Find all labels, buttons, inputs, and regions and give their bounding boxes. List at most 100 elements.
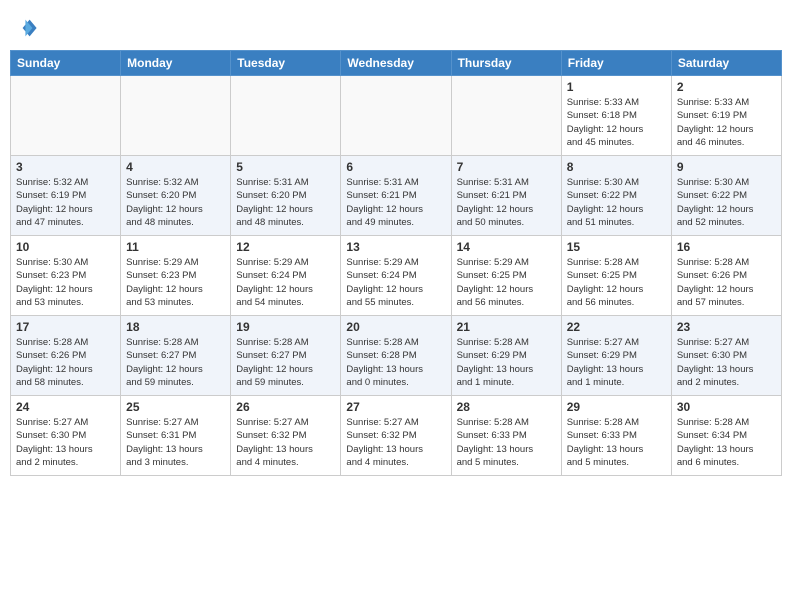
day-number: 27 [346,400,445,414]
calendar-cell: 29 Sunrise: 5:28 AMSunset: 6:33 PMDayligh… [561,396,671,476]
day-number: 25 [126,400,225,414]
calendar-cell: 7 Sunrise: 5:31 AMSunset: 6:21 PMDaylight… [451,156,561,236]
day-number: 20 [346,320,445,334]
calendar-cell: 24 Sunrise: 5:27 AMSunset: 6:30 PMDayligh… [11,396,121,476]
day-info: Sunrise: 5:30 AMSunset: 6:23 PMDaylight:… [16,256,115,309]
title-block [42,10,782,12]
calendar-cell: 4 Sunrise: 5:32 AMSunset: 6:20 PMDaylight… [121,156,231,236]
day-info: Sunrise: 5:30 AMSunset: 6:22 PMDaylight:… [567,176,666,229]
day-info: Sunrise: 5:33 AMSunset: 6:18 PMDaylight:… [567,96,666,149]
day-info: Sunrise: 5:28 AMSunset: 6:27 PMDaylight:… [126,336,225,389]
day-info: Sunrise: 5:27 AMSunset: 6:30 PMDaylight:… [677,336,776,389]
calendar-cell: 3 Sunrise: 5:32 AMSunset: 6:19 PMDaylight… [11,156,121,236]
day-number: 21 [457,320,556,334]
calendar-cell: 30Sunrise: 5:28 AMSunset: 6:34 PMDayligh… [671,396,781,476]
calendar-cell: 18 Sunrise: 5:28 AMSunset: 6:27 PMDayligh… [121,316,231,396]
calendar-cell: 20 Sunrise: 5:28 AMSunset: 6:28 PMDayligh… [341,316,451,396]
calendar-week-2: 3 Sunrise: 5:32 AMSunset: 6:19 PMDaylight… [11,156,782,236]
day-number: 16 [677,240,776,254]
day-info: Sunrise: 5:27 AMSunset: 6:31 PMDaylight:… [126,416,225,469]
day-info: Sunrise: 5:28 AMSunset: 6:34 PMDaylight:… [677,416,776,469]
calendar-cell: 9 Sunrise: 5:30 AMSunset: 6:22 PMDaylight… [671,156,781,236]
day-info: Sunrise: 5:29 AMSunset: 6:25 PMDaylight:… [457,256,556,309]
calendar-cell: 26 Sunrise: 5:27 AMSunset: 6:32 PMDayligh… [231,396,341,476]
calendar-cell: 27 Sunrise: 5:27 AMSunset: 6:32 PMDayligh… [341,396,451,476]
calendar-cell: 22Sunrise: 5:27 AMSunset: 6:29 PMDayligh… [561,316,671,396]
day-info: Sunrise: 5:32 AMSunset: 6:19 PMDaylight:… [16,176,115,229]
day-info: Sunrise: 5:31 AMSunset: 6:21 PMDaylight:… [457,176,556,229]
calendar-cell: 11 Sunrise: 5:29 AMSunset: 6:23 PMDayligh… [121,236,231,316]
calendar-table: SundayMondayTuesdayWednesdayThursdayFrid… [10,50,782,476]
calendar-week-4: 17Sunrise: 5:28 AMSunset: 6:26 PMDayligh… [11,316,782,396]
calendar-week-5: 24 Sunrise: 5:27 AMSunset: 6:30 PMDayligh… [11,396,782,476]
day-number: 17 [16,320,115,334]
calendar-cell [11,76,121,156]
day-info: Sunrise: 5:28 AMSunset: 6:33 PMDaylight:… [567,416,666,469]
day-number: 24 [16,400,115,414]
day-info: Sunrise: 5:30 AMSunset: 6:22 PMDaylight:… [677,176,776,229]
weekday-header-thursday: Thursday [451,51,561,76]
calendar-cell: 2 Sunrise: 5:33 AMSunset: 6:19 PMDaylight… [671,76,781,156]
calendar-cell: 10 Sunrise: 5:30 AMSunset: 6:23 PMDayligh… [11,236,121,316]
day-number: 7 [457,160,556,174]
calendar-cell: 17Sunrise: 5:28 AMSunset: 6:26 PMDayligh… [11,316,121,396]
day-info: Sunrise: 5:29 AMSunset: 6:24 PMDaylight:… [346,256,445,309]
day-number: 3 [16,160,115,174]
day-number: 18 [126,320,225,334]
calendar-header-row: SundayMondayTuesdayWednesdayThursdayFrid… [11,51,782,76]
day-number: 1 [567,80,666,94]
logo [10,14,42,42]
weekday-header-monday: Monday [121,51,231,76]
calendar-cell: 23 Sunrise: 5:27 AMSunset: 6:30 PMDayligh… [671,316,781,396]
calendar-cell [231,76,341,156]
weekday-header-saturday: Saturday [671,51,781,76]
day-number: 11 [126,240,225,254]
day-info: Sunrise: 5:27 AMSunset: 6:32 PMDaylight:… [236,416,335,469]
day-number: 4 [126,160,225,174]
calendar-week-1: 1 Sunrise: 5:33 AMSunset: 6:18 PMDaylight… [11,76,782,156]
day-number: 23 [677,320,776,334]
day-number: 10 [16,240,115,254]
calendar-cell: 13 Sunrise: 5:29 AMSunset: 6:24 PMDayligh… [341,236,451,316]
calendar-cell: 8Sunrise: 5:30 AMSunset: 6:22 PMDaylight… [561,156,671,236]
logo-icon [10,14,38,42]
day-number: 6 [346,160,445,174]
day-info: Sunrise: 5:29 AMSunset: 6:24 PMDaylight:… [236,256,335,309]
day-number: 13 [346,240,445,254]
day-number: 28 [457,400,556,414]
calendar-cell: 6 Sunrise: 5:31 AMSunset: 6:21 PMDaylight… [341,156,451,236]
day-number: 19 [236,320,335,334]
day-info: Sunrise: 5:27 AMSunset: 6:29 PMDaylight:… [567,336,666,389]
calendar-cell: 21Sunrise: 5:28 AMSunset: 6:29 PMDayligh… [451,316,561,396]
calendar-week-3: 10 Sunrise: 5:30 AMSunset: 6:23 PMDayligh… [11,236,782,316]
day-info: Sunrise: 5:28 AMSunset: 6:25 PMDaylight:… [567,256,666,309]
day-info: Sunrise: 5:28 AMSunset: 6:33 PMDaylight:… [457,416,556,469]
day-number: 12 [236,240,335,254]
calendar-cell [451,76,561,156]
calendar-cell [121,76,231,156]
day-info: Sunrise: 5:28 AMSunset: 6:26 PMDaylight:… [677,256,776,309]
day-info: Sunrise: 5:27 AMSunset: 6:32 PMDaylight:… [346,416,445,469]
calendar-cell: 19Sunrise: 5:28 AMSunset: 6:27 PMDayligh… [231,316,341,396]
day-number: 2 [677,80,776,94]
day-info: Sunrise: 5:31 AMSunset: 6:21 PMDaylight:… [346,176,445,229]
day-number: 5 [236,160,335,174]
day-info: Sunrise: 5:28 AMSunset: 6:28 PMDaylight:… [346,336,445,389]
day-info: Sunrise: 5:33 AMSunset: 6:19 PMDaylight:… [677,96,776,149]
day-info: Sunrise: 5:29 AMSunset: 6:23 PMDaylight:… [126,256,225,309]
day-info: Sunrise: 5:31 AMSunset: 6:20 PMDaylight:… [236,176,335,229]
calendar-cell [341,76,451,156]
day-number: 29 [567,400,666,414]
page-header [10,10,782,42]
weekday-header-sunday: Sunday [11,51,121,76]
day-number: 9 [677,160,776,174]
calendar-cell: 25 Sunrise: 5:27 AMSunset: 6:31 PMDayligh… [121,396,231,476]
calendar-cell: 14Sunrise: 5:29 AMSunset: 6:25 PMDayligh… [451,236,561,316]
calendar-cell: 5 Sunrise: 5:31 AMSunset: 6:20 PMDaylight… [231,156,341,236]
day-number: 15 [567,240,666,254]
day-info: Sunrise: 5:27 AMSunset: 6:30 PMDaylight:… [16,416,115,469]
day-info: Sunrise: 5:32 AMSunset: 6:20 PMDaylight:… [126,176,225,229]
calendar-cell: 15 Sunrise: 5:28 AMSunset: 6:25 PMDayligh… [561,236,671,316]
day-number: 26 [236,400,335,414]
calendar-cell: 1 Sunrise: 5:33 AMSunset: 6:18 PMDaylight… [561,76,671,156]
